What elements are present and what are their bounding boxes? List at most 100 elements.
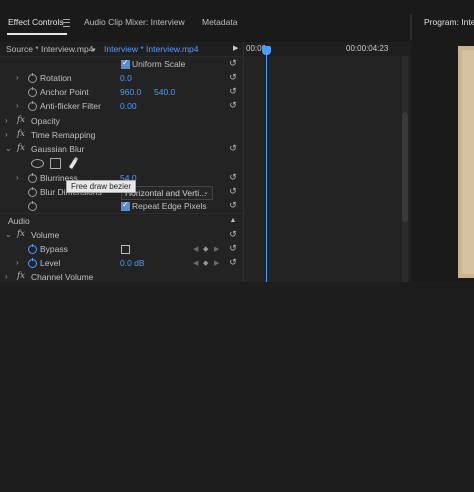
stopwatch-icon[interactable]: [28, 258, 37, 268]
anchor-point-row: Anchor Point 960.0 540.0 ↺: [0, 85, 243, 99]
tab-program[interactable]: Program: Interview: [424, 17, 474, 27]
source-clip-label[interactable]: Source * Interview.mp4: [6, 44, 93, 54]
sequence-clip-label[interactable]: Interview * Interview.mp4: [104, 44, 198, 54]
anchor-x-value[interactable]: 960.0: [120, 87, 141, 97]
audio-section-row: Audio ▲: [0, 214, 243, 228]
pen-tool-icon[interactable]: [67, 156, 79, 170]
reset-icon[interactable]: ↺: [228, 144, 238, 153]
uniform-scale-label: Uniform Scale: [132, 59, 186, 69]
anchor-point-label: Anchor Point: [40, 87, 89, 97]
bypass-row: Bypass ◀ ◆ ▶ ↺: [0, 242, 243, 256]
timeline-end-time: 00:00:04:23: [346, 44, 389, 53]
twirl-arrow-icon[interactable]: ›: [16, 73, 19, 82]
repeat-edge-row: Repeat Edge Pixels ↺: [0, 199, 243, 213]
fx-icon[interactable]: fx: [17, 129, 25, 139]
uniform-scale-row: Uniform Scale ↺: [0, 57, 243, 71]
stopwatch-icon[interactable]: [28, 87, 37, 97]
effect-timeline[interactable]: 00:00 00:00:04:23: [243, 42, 410, 282]
audio-section-label: Audio: [8, 216, 30, 226]
gaussian-blur-label: Gaussian Blur: [31, 144, 85, 154]
next-keyframe-icon[interactable]: ▶: [214, 259, 219, 267]
reset-icon[interactable]: ↺: [228, 73, 238, 82]
twirl-arrow-icon[interactable]: ›: [16, 258, 19, 267]
volume-row: ⌄ fx Volume ↺: [0, 228, 243, 242]
stopwatch-icon[interactable]: [28, 201, 37, 211]
next-keyframe-icon[interactable]: ▶: [214, 245, 219, 253]
antiflicker-value[interactable]: 0.00: [120, 101, 137, 111]
reset-icon[interactable]: ↺: [228, 230, 238, 239]
chevron-down-icon[interactable]: ▾: [92, 46, 96, 54]
active-tab-indicator: [7, 33, 67, 35]
scrollbar-thumb[interactable]: [402, 112, 408, 222]
tab-audio-clip-mixer[interactable]: Audio Clip Mixer: Interview: [84, 17, 185, 27]
uniform-scale-checkbox[interactable]: [121, 58, 130, 69]
channel-volume-row: › fx Channel Volume: [0, 270, 243, 282]
bypass-checkbox[interactable]: [121, 245, 130, 254]
bypass-label: Bypass: [40, 244, 68, 254]
rotation-row: › Rotation 0.0 ↺: [0, 71, 243, 85]
channel-volume-label: Channel Volume: [31, 272, 94, 282]
opacity-row: › fx Opacity: [0, 114, 243, 128]
level-value[interactable]: 0.0 dB: [120, 258, 145, 268]
stopwatch-icon[interactable]: [28, 187, 37, 197]
rotation-value[interactable]: 0.0: [120, 73, 132, 83]
twirl-arrow-down-icon[interactable]: ⌄: [5, 144, 12, 153]
antiflicker-row: › Anti-flicker Filter 0.00 ↺: [0, 99, 243, 113]
reset-icon[interactable]: ↺: [228, 173, 238, 182]
twirl-arrow-down-icon[interactable]: ⌄: [5, 230, 12, 239]
panel-menu-icon[interactable]: [63, 19, 70, 27]
fx-icon[interactable]: fx: [17, 229, 25, 239]
prev-keyframe-icon[interactable]: ◀: [193, 245, 198, 253]
stopwatch-icon[interactable]: [28, 101, 37, 111]
blur-dimensions-value: Horizontal and Verti...: [125, 188, 207, 198]
play-arrow-icon[interactable]: ▶: [233, 44, 238, 52]
collapse-up-icon[interactable]: ▲: [228, 216, 238, 225]
reset-icon[interactable]: ↺: [228, 87, 238, 96]
twirl-arrow-icon[interactable]: ›: [16, 173, 19, 182]
level-label: Level: [40, 258, 61, 268]
repeat-edge-checkbox[interactable]: [121, 200, 130, 211]
fx-icon[interactable]: fx: [17, 143, 25, 153]
rectangle-mask-icon[interactable]: [50, 158, 61, 169]
fx-icon[interactable]: fx: [17, 271, 25, 281]
anchor-y-value[interactable]: 540.0: [154, 87, 175, 97]
opacity-label: Opacity: [31, 116, 60, 126]
fx-icon[interactable]: fx: [17, 115, 25, 125]
reset-icon[interactable]: ↺: [228, 101, 238, 110]
panel-tab-bar: Effect Controls Audio Clip Mixer: Interv…: [0, 0, 474, 42]
repeat-edge-label: Repeat Edge Pixels: [132, 201, 207, 211]
reset-icon[interactable]: ↺: [228, 201, 238, 210]
tab-effect-controls[interactable]: Effect Controls: [8, 17, 64, 27]
stopwatch-icon[interactable]: [28, 173, 37, 183]
video-frame-content: [462, 50, 474, 274]
time-remapping-label: Time Remapping: [31, 130, 96, 140]
rotation-label: Rotation: [40, 73, 72, 83]
reset-icon[interactable]: ↺: [228, 244, 238, 253]
reset-icon[interactable]: ↺: [228, 258, 238, 267]
tooltip: Free draw bezier: [66, 180, 137, 193]
volume-label: Volume: [31, 230, 60, 240]
level-row: › Level 0.0 dB ◀ ◆ ▶ ↺: [0, 256, 243, 270]
time-remapping-row: › fx Time Remapping: [0, 128, 243, 142]
reset-icon[interactable]: ↺: [228, 187, 238, 196]
stopwatch-icon[interactable]: [28, 73, 37, 83]
prev-keyframe-icon[interactable]: ◀: [193, 259, 198, 267]
reset-icon[interactable]: ↺: [228, 59, 238, 68]
panel-divider[interactable]: [410, 14, 412, 40]
twirl-arrow-icon[interactable]: ›: [5, 116, 8, 125]
gaussian-blur-row: ⌄ fx Gaussian Blur ↺: [0, 142, 243, 156]
playhead-handle[interactable]: [262, 46, 271, 55]
program-monitor: [412, 42, 474, 282]
twirl-arrow-icon[interactable]: ›: [5, 272, 8, 281]
source-row: Source * Interview.mp4 ▾ Interview * Int…: [0, 42, 243, 57]
tab-metadata[interactable]: Metadata: [202, 17, 237, 27]
chevron-down-icon: ⌄: [203, 189, 209, 196]
antiflicker-label: Anti-flicker Filter: [40, 101, 101, 111]
ellipse-mask-icon[interactable]: [31, 159, 44, 168]
stopwatch-icon[interactable]: [28, 244, 37, 254]
twirl-arrow-icon[interactable]: ›: [5, 130, 8, 139]
playhead-line[interactable]: [266, 46, 267, 282]
add-keyframe-icon[interactable]: ◆: [203, 245, 208, 253]
add-keyframe-icon[interactable]: ◆: [203, 259, 208, 267]
twirl-arrow-icon[interactable]: ›: [16, 101, 19, 110]
